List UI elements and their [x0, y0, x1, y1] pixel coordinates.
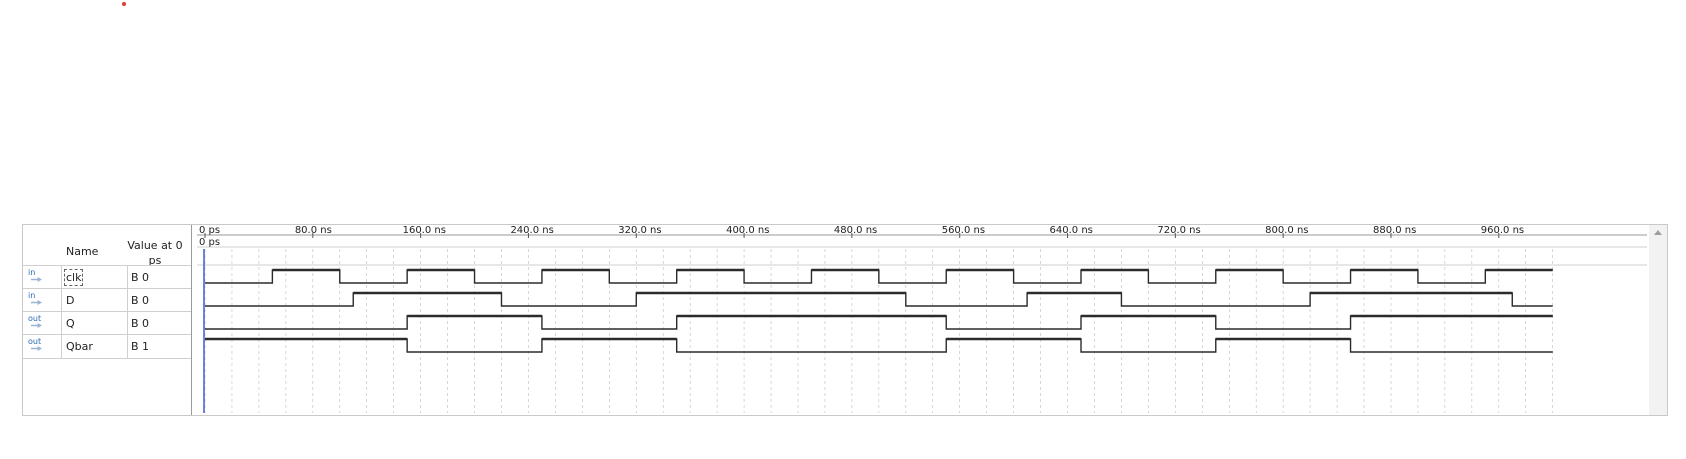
time-tick-label: 720.0 ns — [1157, 225, 1200, 236]
waveform-plot[interactable]: 0 ps 80.0 ns 160.0 ns 240.0 ns 320.0 ns 400.0… — [197, 225, 1667, 415]
waveform-clk — [205, 269, 1553, 284]
signal-row[interactable]: in D B 0 — [23, 288, 191, 312]
time-tick-label: 240.0 ns — [510, 225, 553, 236]
signal-row[interactable]: in clk B 0 — [23, 265, 191, 289]
waveform-canvas[interactable]: 0 ps 80.0 ns 160.0 ns 240.0 ns 320.0 ns 400.0… — [197, 225, 1667, 415]
signal-row[interactable]: out Qbar B 1 — [23, 334, 191, 359]
signal-name[interactable]: clk — [63, 269, 84, 286]
signal-value: B 1 — [131, 340, 150, 353]
time-tick-label: 800.0 ns — [1265, 225, 1308, 236]
waveform-viewer: Name Value at 0 ps in clk B 0 in D B 0 o… — [22, 224, 1668, 416]
time-tick-label: 960.0 ns — [1481, 225, 1524, 236]
vertical-scrollbar — [1649, 225, 1667, 415]
signal-name-pane: Name Value at 0 ps in clk B 0 in D B 0 o… — [23, 225, 192, 415]
red-marker-dot — [122, 2, 126, 6]
cursor-label: 0 ps — [199, 237, 220, 248]
signal-name[interactable]: Qbar — [66, 340, 93, 353]
signal-value: B 0 — [131, 317, 150, 330]
signal-row[interactable]: out Q B 0 — [23, 311, 191, 335]
time-tick-label: 320.0 ns — [618, 225, 661, 236]
output-pin-icon: out — [23, 312, 61, 335]
time-tick-label: 400.0 ns — [726, 225, 769, 236]
signal-value: B 0 — [131, 294, 150, 307]
signal-name[interactable]: D — [66, 294, 74, 307]
time-tick-label: 880.0 ns — [1373, 225, 1416, 236]
input-pin-icon: in — [23, 289, 61, 312]
name-column-header[interactable]: Name — [66, 245, 98, 258]
time-tick-label: 80.0 ns — [295, 225, 332, 236]
time-tick-label: 160.0 ns — [403, 225, 446, 236]
value-column-header[interactable]: Value at 0 ps — [127, 238, 183, 268]
time-tick-label: 0 ps — [199, 225, 220, 236]
output-pin-icon: out — [23, 335, 61, 358]
time-tick-label: 560.0 ns — [942, 225, 985, 236]
signal-value: B 0 — [131, 271, 150, 284]
time-tick-label: 640.0 ns — [1050, 225, 1093, 236]
signal-name[interactable]: Q — [66, 317, 75, 330]
time-tick-label: 480.0 ns — [834, 225, 877, 236]
input-pin-icon: in — [23, 266, 61, 289]
